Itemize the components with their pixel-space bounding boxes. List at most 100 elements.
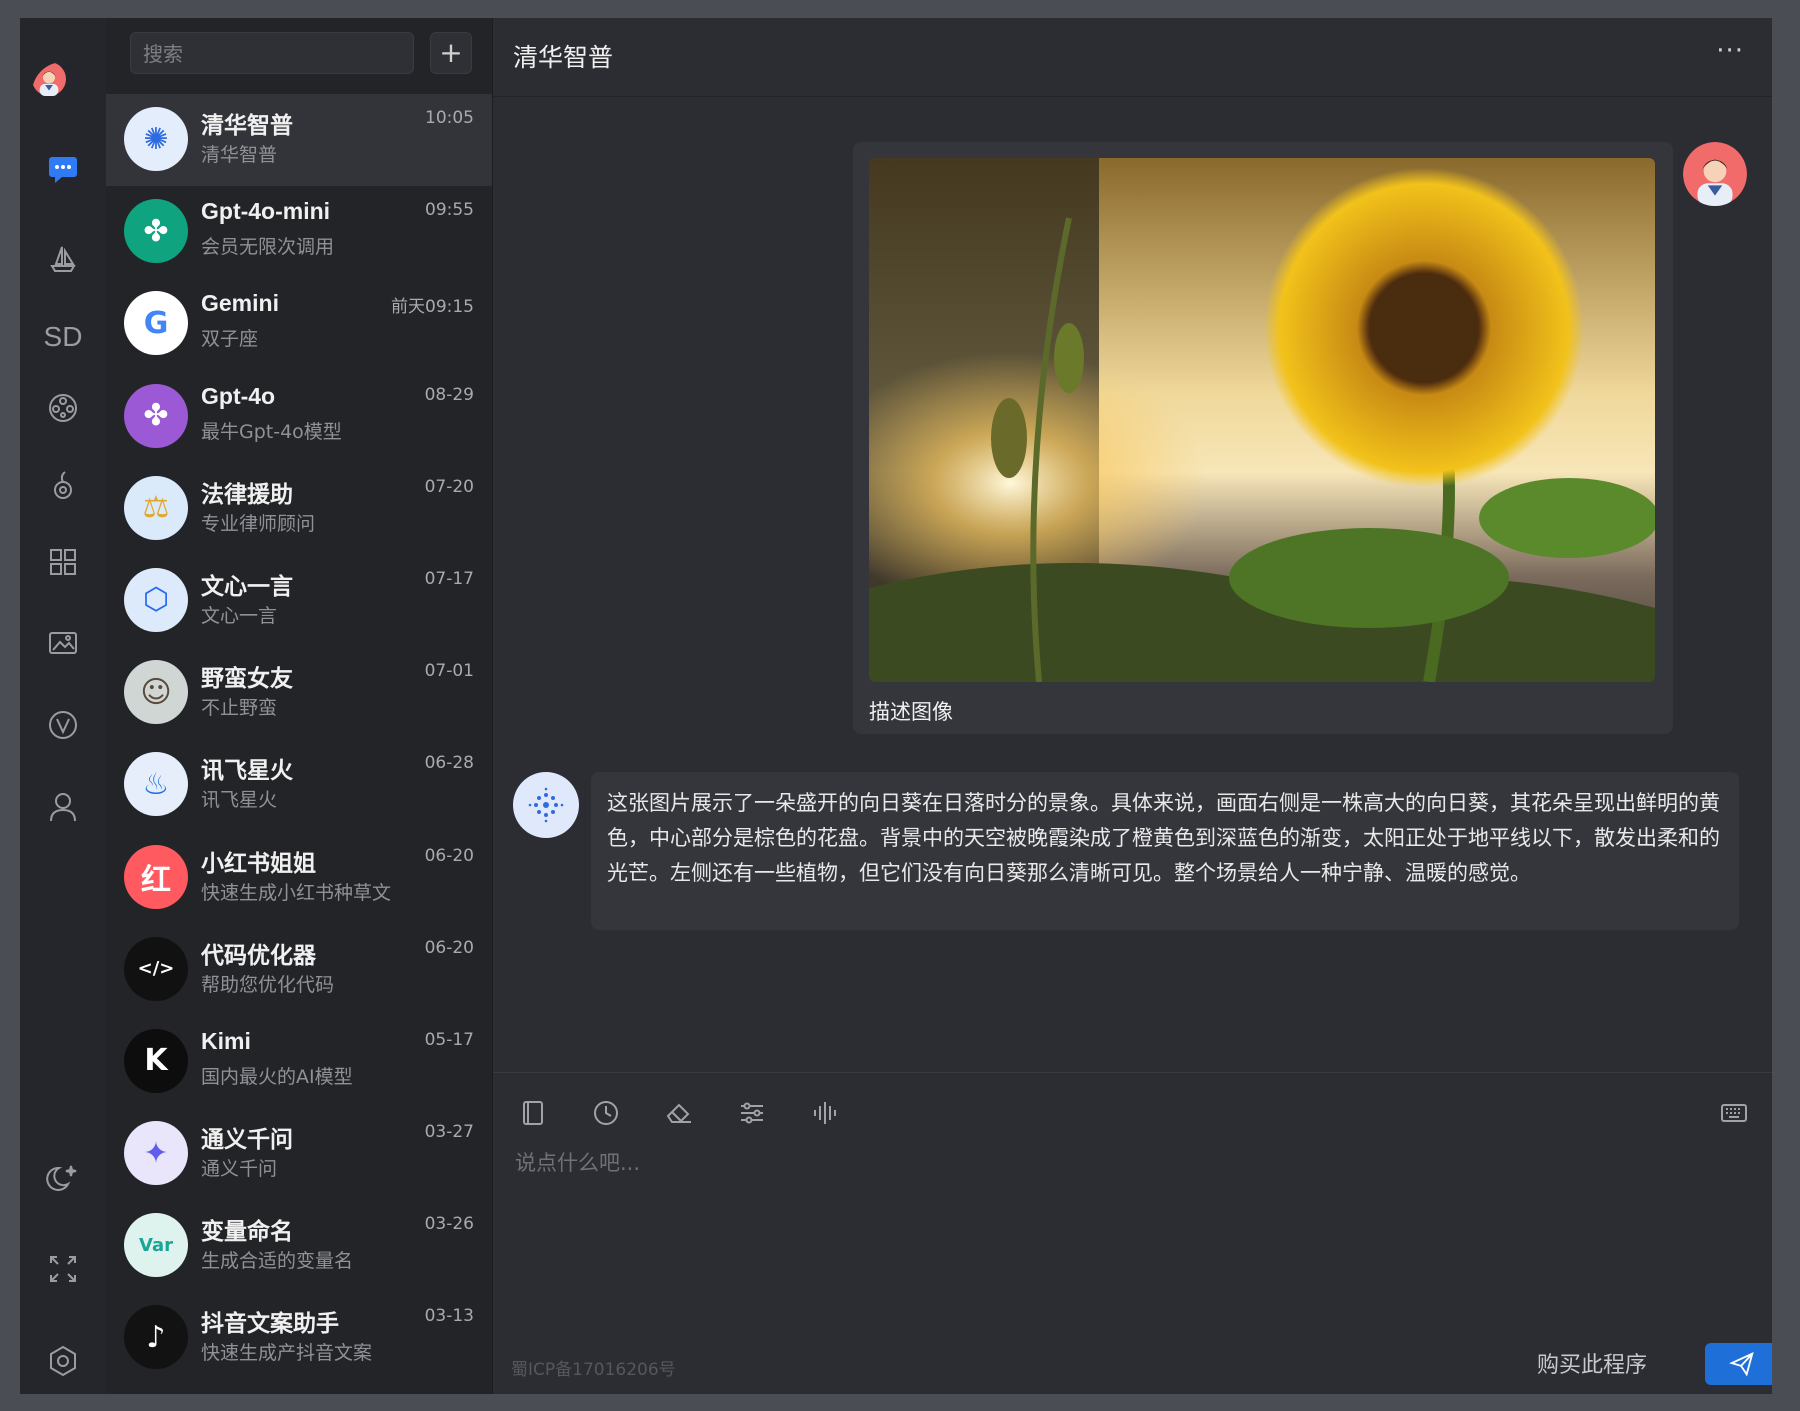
buy-program-link[interactable]: 购买此程序 (1537, 1347, 1647, 1379)
conversation-name: 野蛮女友 (201, 665, 293, 692)
conversation-subtitle: 国内最火的AI模型 (201, 1065, 353, 1088)
sd-icon[interactable]: SD (20, 314, 106, 360)
conversation-avatar-icon: G (124, 291, 188, 356)
left-rail: SD (20, 18, 106, 1394)
conversation-subtitle: 专业律师顾问 (201, 512, 316, 535)
conversation-item[interactable]: ✦ 通义千问 通义千问 03-27 (106, 1108, 492, 1200)
conversation-avatar-icon: 红 (124, 844, 188, 909)
fullscreen-icon[interactable] (20, 1246, 106, 1292)
send-icon (1729, 1352, 1754, 1377)
conversation-item[interactable]: ♪ 抖音文案助手 快速生成产抖音文案 03-13 (106, 1292, 492, 1384)
conversation-avatar-glyph: ✤ (143, 213, 169, 249)
conversation-name: 变量命名 (201, 1218, 293, 1245)
conversation-item[interactable]: ✤ Gpt-4o 最牛Gpt-4o模型 08-29 (106, 371, 492, 463)
conversation-avatar-icon: Var (124, 1213, 188, 1278)
sd-label: SD (43, 321, 83, 352)
history-clock-icon[interactable] (588, 1095, 624, 1131)
conversation-subtitle: 清华智普 (201, 144, 278, 166)
search-input[interactable]: 搜索 (130, 32, 414, 74)
settings-hex-icon[interactable] (20, 1338, 106, 1384)
conversation-avatar-icon: ♨ (124, 752, 188, 817)
sunflower-image[interactable] (869, 158, 1655, 682)
conversation-name: Gemini (201, 290, 279, 317)
conversation-subtitle: 双子座 (201, 328, 259, 351)
conversation-time: 08-29 (424, 384, 474, 405)
conversation-avatar-glyph: ⚖ (142, 490, 170, 526)
conversation-list: 搜索 + ✺ 清华智普 清华智普 10:05 ✤ Gpt-4o-mini 会员无限次调用 09… (106, 18, 493, 1394)
conversation-name: Gpt-4o (201, 382, 276, 409)
user-icon[interactable] (20, 784, 106, 830)
bot-avatar-icon (513, 772, 579, 838)
conversation-item[interactable]: </> 代码优化器 帮助您优化代码 06-20 (106, 924, 492, 1016)
conversation-avatar-icon: ⬡ (124, 567, 188, 632)
conversation-avatar-icon: </> (124, 936, 188, 1001)
conversation-avatar-icon: ✺ (124, 107, 188, 171)
conversation-item[interactable]: ✤ Gpt-4o-mini 会员无限次调用 09:55 (106, 186, 492, 278)
user-message-text: 描述图像 (869, 700, 953, 724)
conversation-avatar-glyph: </> (137, 958, 175, 980)
conversation-avatar-icon: ♪ (124, 1305, 188, 1370)
user-avatar[interactable] (32, 62, 94, 124)
conversation-item[interactable]: ☺ 野蛮女友 不止野蛮 07-01 (106, 647, 492, 739)
sliders-icon[interactable] (734, 1095, 770, 1131)
conversation-avatar-icon: ✦ (124, 1121, 188, 1186)
eraser-icon[interactable] (661, 1095, 697, 1131)
conversation-avatar-glyph: G (143, 305, 169, 341)
conversation-name: 小红书姐姐 (201, 849, 316, 876)
user-message: 描述图像 (853, 142, 1673, 734)
voice-wave-icon[interactable] (807, 1095, 843, 1131)
conversation-avatar-icon: ☺ (124, 660, 188, 725)
v-badge-icon[interactable] (20, 702, 106, 748)
apps-grid-icon[interactable] (20, 539, 106, 585)
conversation-time: 07-20 (424, 476, 474, 497)
conversation-subtitle: 不止野蛮 (201, 697, 278, 720)
conversation-avatar-icon: ✤ (124, 199, 188, 264)
add-conversation-button[interactable]: + (430, 32, 472, 74)
chat-icon[interactable] (20, 146, 106, 192)
conversation-time: 05-17 (424, 1029, 474, 1050)
conversation-subtitle: 讯飞星火 (201, 789, 278, 812)
conversation-item[interactable]: ⚖ 法律援助 专业律师顾问 07-20 (106, 463, 492, 555)
conversation-avatar-glyph: K (144, 1043, 168, 1079)
conversation-name: 通义千问 (201, 1126, 293, 1153)
icp-footer-link[interactable]: 蜀ICP备17016206号 (511, 1355, 676, 1380)
conversation-item[interactable]: K Kimi 国内最火的AI模型 05-17 (106, 1016, 492, 1108)
conversation-time: 06-28 (424, 753, 474, 774)
message-input[interactable]: 说点什么吧... (515, 1147, 640, 1177)
conversation-item[interactable]: G Gemini 双子座 前天09:15 (106, 278, 492, 370)
conversation-time: 03-26 (424, 1214, 474, 1235)
user-message-avatar (1683, 142, 1747, 206)
search-row: 搜索 + (130, 32, 472, 76)
conversation-avatar-glyph: ⬡ (142, 582, 170, 618)
conversation-name: 抖音文案助手 (201, 1310, 339, 1337)
more-options-icon[interactable]: ··· (1716, 36, 1744, 66)
conversation-avatar-glyph: Var (139, 1234, 173, 1256)
conversation-item[interactable]: ♨ 讯飞星火 讯飞星火 06-28 (106, 739, 492, 831)
conversation-name: Kimi (201, 1027, 251, 1054)
conversation-avatar-glyph: ♨ (142, 766, 170, 802)
conversation-item[interactable]: Var 变量命名 生成合适的变量名 03-26 (106, 1200, 492, 1292)
conversation-time: 10:05 (425, 108, 474, 128)
conversation-time: 06-20 (424, 937, 474, 958)
conversation-item[interactable]: 红 小红书姐姐 快速生成小红书种草文 06-20 (106, 832, 492, 924)
composer: 说点什么吧... 蜀ICP备17016206号 购买此程序 (493, 1072, 1772, 1394)
composer-toolbar (515, 1095, 880, 1131)
image-gallery-icon[interactable] (20, 620, 106, 666)
conversation-time: 06-20 (424, 845, 474, 866)
notebook-icon[interactable] (515, 1095, 551, 1131)
conversation-subtitle: 通义千问 (201, 1158, 278, 1181)
keyboard-icon[interactable] (1716, 1095, 1752, 1131)
bot-message-text: 这张图片展示了一朵盛开的向日葵在日落时分的景象。具体来说，画面右侧是一株高大的向… (591, 772, 1739, 930)
music-note-icon[interactable] (20, 462, 106, 508)
conversation-time: 03-27 (424, 1122, 474, 1143)
film-reel-icon[interactable] (20, 385, 106, 431)
sailboat-icon[interactable] (20, 236, 106, 282)
conversation-items: ✺ 清华智普 清华智普 10:05 ✤ Gpt-4o-mini 会员无限次调用 09:55 G G… (106, 94, 492, 1385)
conversation-subtitle: 快速生成产抖音文案 (201, 1342, 373, 1365)
conversation-item[interactable]: ✺ 清华智普 清华智普 10:05 (106, 94, 492, 187)
conversation-item[interactable]: ⬡ 文心一言 文心一言 07-17 (106, 555, 492, 647)
send-button[interactable] (1705, 1343, 1772, 1385)
conversation-name: Gpt-4o-mini (201, 198, 331, 225)
conversation-time: 07-17 (424, 568, 474, 589)
moon-icon[interactable] (20, 1154, 106, 1200)
